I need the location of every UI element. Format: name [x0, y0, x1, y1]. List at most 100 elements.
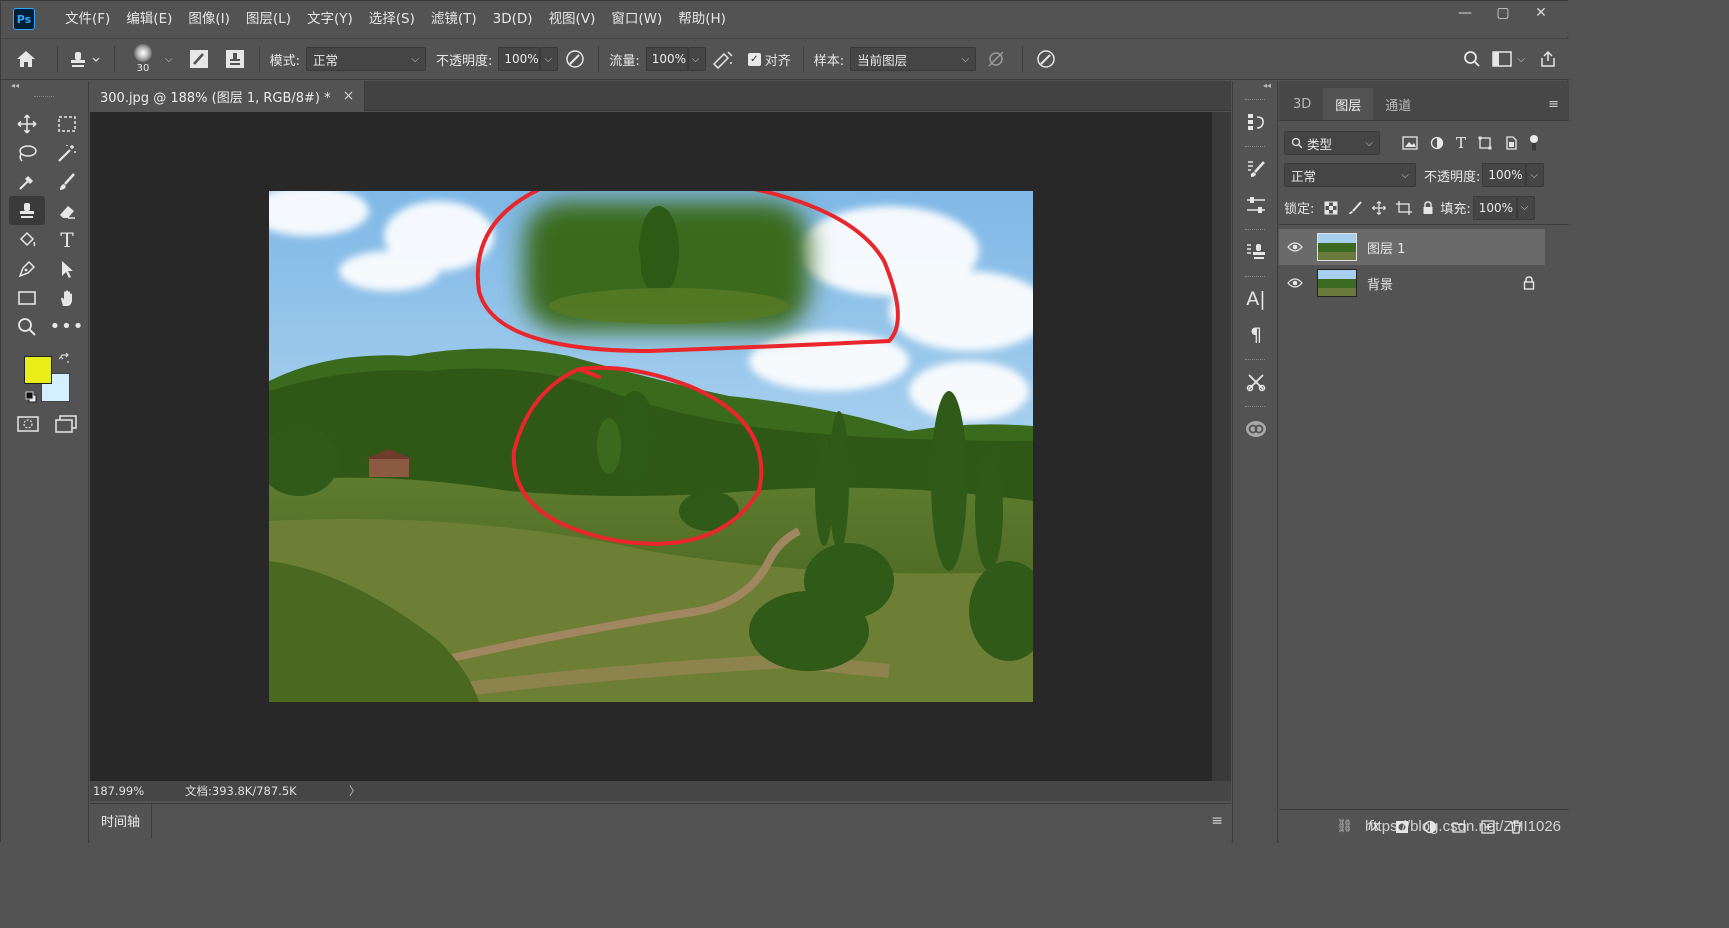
smart-object-filter-icon[interactable]	[1504, 136, 1518, 150]
panel-grip[interactable]	[1245, 406, 1265, 409]
zoom-level[interactable]: 187.99%	[93, 784, 183, 798]
brush-size-picker[interactable]: 30	[121, 44, 165, 74]
opacity-dropdown[interactable]: ⌵	[540, 47, 559, 71]
libraries-panel-icon[interactable]	[1233, 411, 1279, 447]
shape-layer-filter-icon[interactable]	[1478, 136, 1492, 150]
eye-icon[interactable]	[1287, 277, 1303, 289]
pressure-opacity-icon[interactable]	[558, 44, 592, 74]
magic-wand-tool-icon[interactable]	[49, 138, 85, 167]
adjustment-layer-filter-icon[interactable]	[1430, 136, 1444, 150]
rectangle-tool-icon[interactable]	[9, 283, 45, 312]
layer-filter-select[interactable]: 类型 ⌵	[1284, 131, 1380, 155]
panel-menu-icon[interactable]: ≡	[1211, 813, 1223, 829]
pen-tool-icon[interactable]	[9, 254, 45, 283]
lasso-tool-icon[interactable]	[9, 138, 45, 167]
brush-settings-icon[interactable]	[181, 44, 217, 74]
screen-mode-icon[interactable]	[53, 414, 79, 434]
tab-3d[interactable]: 3D	[1281, 88, 1323, 120]
panel-menu-icon[interactable]: ≡	[1548, 88, 1559, 120]
move-tool-icon[interactable]	[9, 109, 45, 138]
search-icon[interactable]	[1457, 44, 1487, 74]
home-icon[interactable]	[1, 44, 51, 74]
menu-layer[interactable]: 图层(L)	[238, 1, 299, 37]
blend-mode-select[interactable]: 正常 ⌵	[1284, 163, 1416, 187]
path-selection-tool-icon[interactable]	[49, 254, 85, 283]
menu-3d[interactable]: 3D(D)	[485, 1, 541, 37]
minimize-button[interactable]: —	[1447, 1, 1483, 25]
zoom-tool-icon[interactable]	[9, 312, 45, 341]
workspace-icon[interactable]	[1487, 44, 1517, 74]
chevron-down-icon[interactable]: ⌵	[1517, 54, 1525, 65]
share-icon[interactable]	[1533, 44, 1563, 74]
swap-colors-icon[interactable]	[59, 353, 71, 365]
quick-mask-icon[interactable]	[15, 414, 41, 434]
flow-dropdown[interactable]: ⌵	[687, 47, 706, 71]
panel-grip[interactable]	[34, 96, 54, 99]
layer-row-1[interactable]: 图层 1	[1279, 229, 1545, 265]
airbrush-icon[interactable]	[706, 44, 740, 74]
panel-grip[interactable]	[1245, 229, 1265, 232]
canvas[interactable]	[90, 112, 1212, 781]
eraser-tool-icon[interactable]	[49, 196, 85, 225]
tab-layers[interactable]: 图层	[1323, 88, 1374, 120]
lock-position-icon[interactable]	[1372, 200, 1387, 215]
document-tab[interactable]: 300.jpg @ 188% (图层 1, RGB/8#) * ×	[90, 81, 366, 111]
panel-grip[interactable]	[1245, 99, 1265, 102]
layer-row-background[interactable]: 背景	[1279, 265, 1545, 301]
chevron-down-icon[interactable]: ⌵	[165, 54, 173, 65]
eye-icon[interactable]	[1287, 241, 1303, 253]
layer-opacity-input[interactable]: 100%	[1482, 163, 1527, 187]
paint-bucket-tool-icon[interactable]	[9, 225, 45, 254]
collapse-arrows-icon[interactable]: ◂◂	[1233, 81, 1277, 93]
type-layer-filter-icon[interactable]: T	[1456, 134, 1466, 152]
pixel-layer-filter-icon[interactable]	[1402, 136, 1418, 150]
fill-input[interactable]: 100%	[1472, 195, 1517, 220]
opacity-input[interactable]: 100%	[498, 47, 541, 71]
eyedropper-tool-icon[interactable]	[9, 167, 45, 196]
menu-filter[interactable]: 滤镜(T)	[423, 1, 485, 37]
default-colors-icon[interactable]	[25, 391, 37, 403]
close-tab-icon[interactable]: ×	[343, 88, 355, 104]
layer-name[interactable]: 背景	[1367, 274, 1393, 293]
lock-image-pixels-icon[interactable]	[1348, 200, 1363, 215]
tab-channels[interactable]: 通道	[1373, 88, 1423, 120]
lock-artboard-icon[interactable]	[1396, 200, 1413, 215]
brush-tool-icon[interactable]	[49, 167, 85, 196]
mode-select[interactable]: 正常 ⌵	[305, 47, 426, 71]
history-panel-icon[interactable]	[1233, 104, 1279, 140]
panel-grip[interactable]	[1245, 146, 1265, 149]
layer-opacity-dropdown[interactable]: ⌵	[1526, 163, 1545, 187]
character-panel-icon[interactable]: A|	[1233, 281, 1279, 317]
menu-image[interactable]: 图像(I)	[180, 1, 238, 37]
menu-select[interactable]: 选择(S)	[361, 1, 423, 37]
brush-presets-icon[interactable]	[1233, 151, 1279, 187]
brush-settings-panel-icon[interactable]	[1233, 187, 1279, 223]
menu-edit[interactable]: 编辑(E)	[118, 1, 180, 37]
hand-tool-icon[interactable]	[49, 283, 85, 312]
marquee-tool-icon[interactable]	[49, 109, 85, 138]
menu-type[interactable]: 文字(Y)	[299, 1, 361, 37]
ignore-adjustment-layers-icon[interactable]	[976, 44, 1016, 74]
status-menu-arrow[interactable]: 〉	[349, 783, 361, 799]
paragraph-panel-icon[interactable]: ¶	[1233, 317, 1279, 353]
panel-grip[interactable]	[1245, 276, 1265, 279]
menu-view[interactable]: 视图(V)	[541, 1, 604, 37]
filter-toggle[interactable]	[1530, 135, 1539, 151]
type-tool-icon[interactable]: T	[49, 225, 85, 254]
more-tools-icon[interactable]: •••	[49, 312, 85, 341]
align-checkbox[interactable]: ✓	[747, 52, 761, 66]
clone-stamp-preset-icon[interactable]	[64, 44, 108, 74]
panel-grip[interactable]	[1245, 359, 1265, 362]
flow-input[interactable]: 100%	[645, 47, 688, 71]
lock-all-icon[interactable]	[1422, 200, 1434, 215]
vertical-scrollbar[interactable]	[1212, 112, 1231, 781]
fill-dropdown[interactable]: ⌵	[1516, 195, 1535, 220]
timeline-tab[interactable]: 时间轴	[90, 803, 153, 838]
tool-presets-icon[interactable]	[1233, 364, 1279, 400]
clone-stamp-tool-icon[interactable]	[9, 196, 45, 225]
clone-source-panel-icon[interactable]	[1233, 234, 1279, 270]
clone-source-icon[interactable]	[217, 44, 253, 74]
maximize-button[interactable]: ▢	[1485, 1, 1521, 25]
layer-name[interactable]: 图层 1	[1367, 238, 1405, 257]
photo-image[interactable]	[269, 191, 1033, 702]
